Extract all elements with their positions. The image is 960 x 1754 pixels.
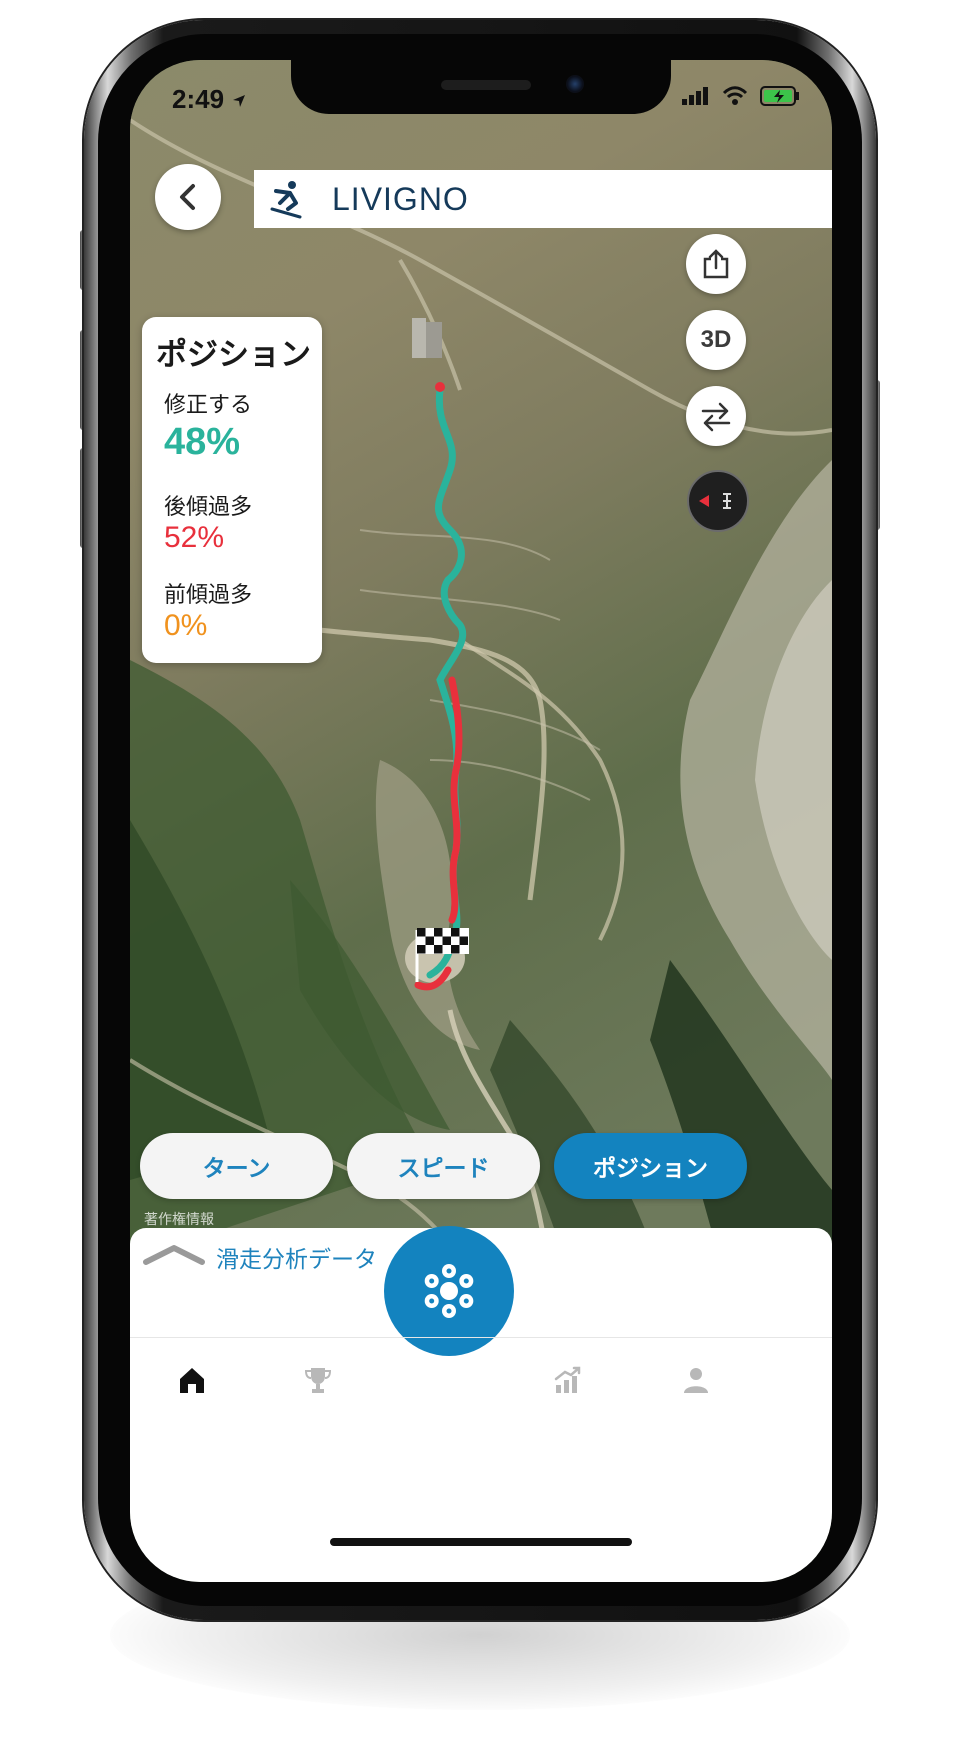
status-time: 2:49: [172, 84, 247, 115]
swap-direction-button[interactable]: [686, 386, 746, 446]
signal-icon: [682, 87, 708, 105]
earpiece-speaker: [441, 80, 531, 90]
back-button[interactable]: [155, 164, 221, 230]
nav-trophy[interactable]: [298, 1360, 338, 1400]
tab-position-label: ポジション: [593, 1156, 708, 1182]
stat-value-backward: 52%: [164, 521, 225, 554]
panel-title: ポジション: [156, 337, 311, 373]
analysis-data-label[interactable]: 滑走分析データ: [216, 1240, 377, 1274]
nav-home[interactable]: [172, 1360, 212, 1400]
trophy-icon: [304, 1368, 332, 1393]
map-copyright-link[interactable]: 著作権情報: [144, 1209, 214, 1229]
status-icons: [682, 86, 800, 106]
position-stats-panel: ポジション 修正する 48% 後傾過多 52% 前傾過多 0%: [142, 317, 322, 663]
tab-speed[interactable]: スピード: [347, 1133, 540, 1199]
chevron-left-icon: [180, 184, 195, 210]
stat-label-forward: 前傾過多: [164, 583, 253, 608]
tab-speed-label: スピード: [397, 1156, 490, 1182]
share-button[interactable]: [686, 234, 746, 294]
snowflake-icon: [424, 1264, 474, 1318]
tab-turn-label: ターン: [202, 1156, 271, 1182]
swap-arrows-icon: [701, 402, 731, 432]
stat-label-backward: 後傾過多: [164, 495, 253, 520]
skier-icon: [270, 181, 302, 219]
tab-turn[interactable]: ターン: [140, 1133, 333, 1199]
tab-position[interactable]: ポジション: [554, 1133, 747, 1199]
app-screen: 2:49 LIVIGNO 3D ポジション 修正する 48% 後傾過多 52% …: [130, 60, 832, 1582]
view-3d-label: 3D: [700, 326, 732, 353]
chevron-up-icon[interactable]: [142, 1242, 206, 1268]
nav-divider: [130, 1337, 832, 1338]
stat-value-corrected: 48%: [164, 421, 241, 463]
home-icon: [180, 1368, 204, 1393]
nav-profile[interactable]: [676, 1360, 716, 1400]
home-indicator[interactable]: [330, 1538, 632, 1546]
track-start-marker: [435, 382, 445, 392]
profile-icon: [684, 1368, 708, 1393]
device-notch: [291, 60, 671, 114]
front-camera: [566, 75, 584, 93]
location-arrow-icon: [233, 95, 246, 108]
compass-icon[interactable]: [687, 470, 749, 532]
wifi-icon: [722, 86, 748, 105]
stat-value-forward: 0%: [164, 609, 208, 642]
nav-stats[interactable]: [548, 1360, 588, 1400]
compass-needle: [699, 493, 731, 509]
battery-icon: [760, 86, 799, 106]
view-3d-button[interactable]: 3D: [686, 310, 746, 370]
resort-title: LIVIGNO: [332, 180, 469, 217]
share-icon: [703, 249, 729, 279]
resort-title-bar: LIVIGNO: [254, 170, 832, 228]
chart-icon: [554, 1366, 581, 1393]
stat-label-corrected: 修正する: [164, 393, 253, 418]
